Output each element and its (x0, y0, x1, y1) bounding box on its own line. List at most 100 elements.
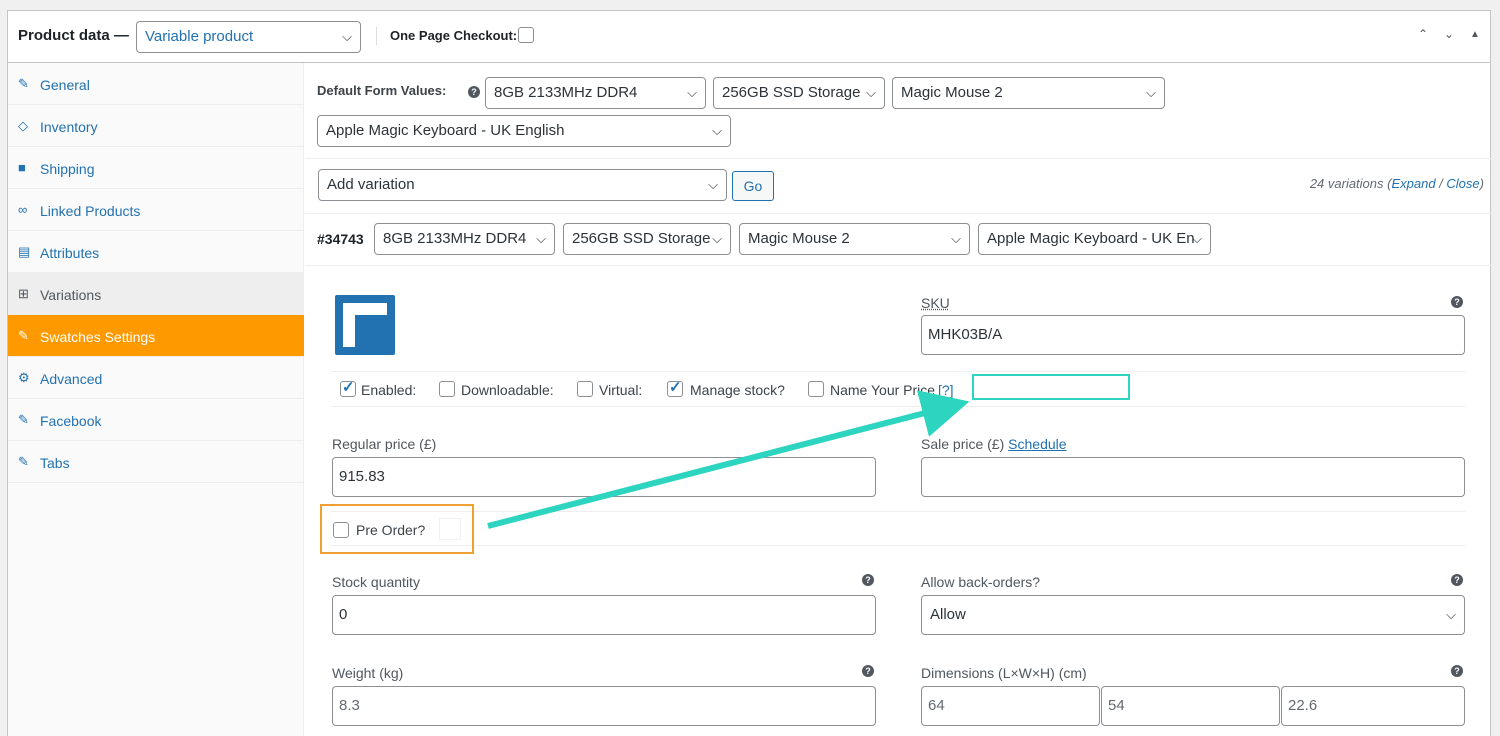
height-input[interactable]: 22.6 (1281, 686, 1465, 726)
sidebar-item-label: Swatches Settings (40, 329, 156, 345)
add-variation-select[interactable]: Add variation ⌵ (318, 169, 727, 201)
help-icon[interactable]: ? (1451, 574, 1463, 586)
expand-link[interactable]: Expand (1391, 176, 1435, 191)
default-storage-select[interactable]: 256GB SSD Storage ⌵ (713, 77, 885, 109)
variation-memory-select[interactable]: 8GB 2133MHz DDR4 ⌵ (374, 223, 555, 255)
image-frame (343, 303, 391, 351)
sidebar-item-label: Attributes (40, 245, 100, 261)
enabled-checkbox[interactable] (340, 378, 356, 397)
downloadable-checkbox[interactable] (439, 381, 455, 397)
manage-stock-checkbox[interactable] (667, 378, 683, 397)
sidebar-item-facebook[interactable]: ✎ Facebook (8, 399, 304, 441)
wrench-icon: ✎ (18, 454, 29, 469)
select-value: 8GB 2133MHz DDR4 (494, 84, 638, 101)
name-your-price-checkbox[interactable] (808, 381, 824, 397)
sidebar-item-label: Inventory (40, 119, 98, 135)
help-icon[interactable]: ? (1451, 665, 1463, 677)
chevron-down-icon: ⌵ (687, 85, 697, 100)
move-up-icon[interactable]: ⌃ (1418, 27, 1428, 41)
sidebar-item-linked-products[interactable]: ∞ Linked Products (8, 189, 304, 231)
select-value: Magic Mouse 2 (748, 230, 850, 247)
select-value: 256GB SSD Storage (722, 84, 861, 101)
schedule-link[interactable]: Schedule (1008, 436, 1066, 452)
chevron-down-icon: ⌵ (708, 177, 718, 192)
collapse-toggle-icon[interactable]: ▲ (1470, 29, 1480, 40)
backorders-select[interactable]: Allow ⌵ (921, 595, 1465, 635)
truck-icon: ■ (18, 160, 26, 175)
select-value: Allow (930, 606, 966, 623)
help-icon[interactable]: ? (862, 574, 874, 586)
variations-panel: Default Form Values: ? 8GB 2133MHz DDR4 ⌵… (305, 63, 1491, 736)
wrench-icon: ✎ (18, 412, 29, 427)
product-type-select[interactable]: Variable product ⌵ (136, 21, 361, 53)
one-page-checkout-label: One Page Checkout: (390, 28, 518, 43)
regular-price-input[interactable]: 915.83 (332, 457, 876, 497)
sale-price-label: Sale price (£) Schedule (921, 436, 1067, 452)
sidebar-item-label: Facebook (40, 413, 102, 429)
list-icon: ▤ (18, 244, 31, 259)
sidebar-item-variations[interactable]: ⊞ Variations (8, 273, 304, 315)
variation-image-placeholder[interactable] (335, 295, 395, 355)
virtual-label: Virtual: (599, 382, 643, 398)
close-link[interactable]: Close (1446, 176, 1479, 191)
help-icon[interactable]: ? (862, 665, 874, 677)
sidebar-item-advanced[interactable]: ⚙ Advanced (8, 357, 304, 399)
virtual-checkbox[interactable] (577, 381, 593, 397)
sidebar-item-label: Advanced (40, 371, 103, 387)
sidebar-item-swatches-settings[interactable]: ✎ Swatches Settings (8, 315, 304, 357)
variations-count: 24 variations (Expand / Close) (1310, 176, 1484, 191)
variations-count-end: ) (1479, 176, 1484, 191)
default-mouse-select[interactable]: Magic Mouse 2 ⌵ (892, 77, 1165, 109)
help-icon[interactable]: ? (1451, 296, 1463, 308)
help-icon[interactable]: ? (468, 86, 480, 98)
sidebar-item-tabs[interactable]: ✎ Tabs (8, 441, 304, 483)
stock-quantity-label: Stock quantity (332, 574, 420, 590)
stock-quantity-input[interactable]: 0 (332, 595, 876, 635)
chevron-down-icon: ⌵ (712, 123, 722, 138)
sidebar-item-inventory[interactable]: ◇ Inventory (8, 105, 304, 147)
divider (331, 545, 1465, 546)
select-value: Magic Mouse 2 (901, 84, 1003, 101)
sale-price-input[interactable] (921, 457, 1465, 497)
divider (331, 371, 1465, 372)
grid-icon: ⊞ (18, 286, 29, 301)
select-value: Apple Magic Keyboard - UK En (987, 230, 1195, 247)
link-icon: ∞ (18, 202, 28, 217)
width-input[interactable]: 54 (1101, 686, 1280, 726)
product-data-panel: Product data — Variable product ⌵ One Pa… (7, 10, 1491, 736)
sidebar-item-label: Linked Products (40, 203, 141, 219)
chevron-down-icon: ⌵ (866, 85, 876, 100)
variation-id: #34743 (317, 231, 364, 247)
divider (305, 158, 1491, 159)
sku-input[interactable]: MHK03B/A (921, 315, 1465, 355)
sidebar-item-attributes[interactable]: ▤ Attributes (8, 231, 304, 273)
variation-keyboard-select[interactable]: Apple Magic Keyboard - UK En ⌵ (978, 223, 1211, 255)
select-value: Add variation (327, 176, 415, 193)
product-data-header: Product data — Variable product ⌵ One Pa… (8, 11, 1490, 63)
sidebar-item-general[interactable]: ✎ General (8, 63, 304, 105)
length-input[interactable]: 64 (921, 686, 1100, 726)
variation-mouse-select[interactable]: Magic Mouse 2 ⌵ (739, 223, 970, 255)
select-value: 8GB 2133MHz DDR4 (383, 230, 527, 247)
chevron-down-icon: ⌵ (536, 231, 546, 246)
divider (331, 511, 1465, 512)
chevron-down-icon: ⌵ (951, 231, 961, 246)
chevron-down-icon: ⌵ (1192, 231, 1202, 246)
annotation-highlight-source (320, 504, 474, 554)
sidebar-item-shipping[interactable]: ■ Shipping (8, 147, 304, 189)
one-page-checkout-checkbox[interactable] (518, 27, 534, 43)
downloadable-label: Downloadable: (461, 382, 554, 398)
name-your-price-help-link[interactable]: [?] (938, 382, 954, 398)
default-keyboard-select[interactable]: Apple Magic Keyboard - UK English ⌵ (317, 115, 731, 147)
move-down-icon[interactable]: ⌄ (1444, 27, 1454, 41)
default-memory-select[interactable]: 8GB 2133MHz DDR4 ⌵ (485, 77, 706, 109)
chevron-down-icon: ⌵ (1146, 85, 1156, 100)
variation-storage-select[interactable]: 256GB SSD Storage ⌵ (563, 223, 731, 255)
chevron-down-icon: ⌵ (342, 29, 352, 44)
backorders-label: Allow back-orders? (921, 574, 1041, 590)
product-type-value: Variable product (145, 28, 254, 45)
divider (305, 213, 1491, 214)
weight-input[interactable]: 8.3 (332, 686, 876, 726)
go-button[interactable]: Go (732, 171, 774, 201)
annotation-highlight-target (972, 374, 1130, 400)
